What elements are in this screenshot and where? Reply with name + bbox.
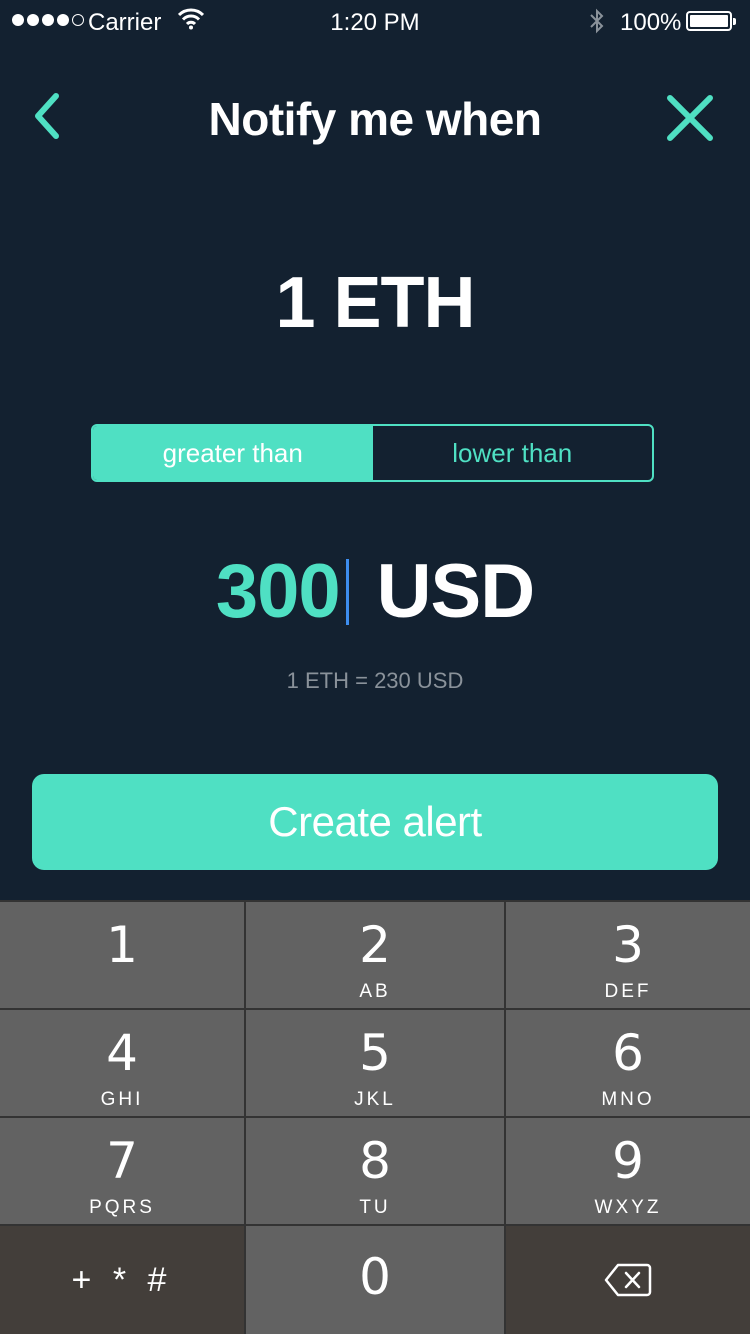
key-letters: PQRS xyxy=(89,1197,155,1218)
key-digit: 3 xyxy=(612,916,644,974)
text-caret xyxy=(345,558,349,625)
segment-greater-than[interactable]: greater than xyxy=(93,426,373,480)
status-bar: Carrier 1:20 PM 100% xyxy=(0,0,750,44)
key-2[interactable]: 2 ABC xyxy=(246,902,504,1029)
key-symbols[interactable]: + * # xyxy=(0,1226,244,1334)
create-alert-button[interactable]: Create alert xyxy=(32,774,718,870)
key-3[interactable]: 3 DEF xyxy=(506,902,750,1008)
bluetooth-icon xyxy=(588,6,606,43)
amount-input[interactable]: 300 USD xyxy=(0,548,750,635)
key-letters: JKL xyxy=(354,1089,396,1110)
key-9[interactable]: 9 WXYZ xyxy=(506,1118,750,1224)
asset-label: 1 ETH xyxy=(275,263,475,343)
battery-icon xyxy=(686,11,736,31)
key-4[interactable]: 4 GHI xyxy=(0,1010,244,1116)
symbols-label: + * # xyxy=(71,1260,173,1299)
close-button[interactable] xyxy=(664,92,716,144)
key-digit: 2 xyxy=(359,916,391,974)
key-8[interactable]: 8 TUV xyxy=(246,1118,504,1245)
key-letters: MNO xyxy=(601,1089,655,1110)
key-letters: DEF xyxy=(604,981,652,1002)
amount-value[interactable]: 300 xyxy=(216,548,341,635)
close-icon xyxy=(667,95,713,141)
key-letters: WXYZ xyxy=(594,1197,662,1218)
comparison-segmented-control: greater than lower than xyxy=(91,424,654,482)
key-digit: 5 xyxy=(359,1024,391,1082)
numeric-keypad: 1 2 ABC 3 DEF 4 GHI 5 JKL 6 MNO 7 PQRS 8… xyxy=(0,900,750,1334)
key-letters: GHI xyxy=(100,1089,144,1110)
key-6[interactable]: 6 MNO xyxy=(506,1010,750,1116)
page-title: Notify me when xyxy=(208,93,542,145)
segment-lower-than[interactable]: lower than xyxy=(373,426,653,480)
key-5[interactable]: 5 JKL xyxy=(246,1010,504,1116)
key-1[interactable]: 1 xyxy=(0,902,244,1008)
delete-key[interactable] xyxy=(506,1226,750,1334)
battery-percentage: 100% xyxy=(620,9,682,36)
key-digit: 1 xyxy=(106,916,138,974)
amount-currency: USD xyxy=(376,549,535,634)
key-digit: 0 xyxy=(359,1248,391,1306)
backspace-icon xyxy=(604,1263,652,1297)
key-digit: 4 xyxy=(106,1024,138,1082)
key-0[interactable]: 0 xyxy=(246,1226,504,1334)
key-digit: 7 xyxy=(106,1132,138,1190)
key-digit: 6 xyxy=(612,1024,644,1082)
key-digit: 8 xyxy=(359,1132,391,1190)
exchange-rate-text: 1 ETH = 230 USD xyxy=(286,668,464,693)
key-7[interactable]: 7 PQRS xyxy=(0,1118,244,1224)
key-digit: 9 xyxy=(612,1132,644,1190)
